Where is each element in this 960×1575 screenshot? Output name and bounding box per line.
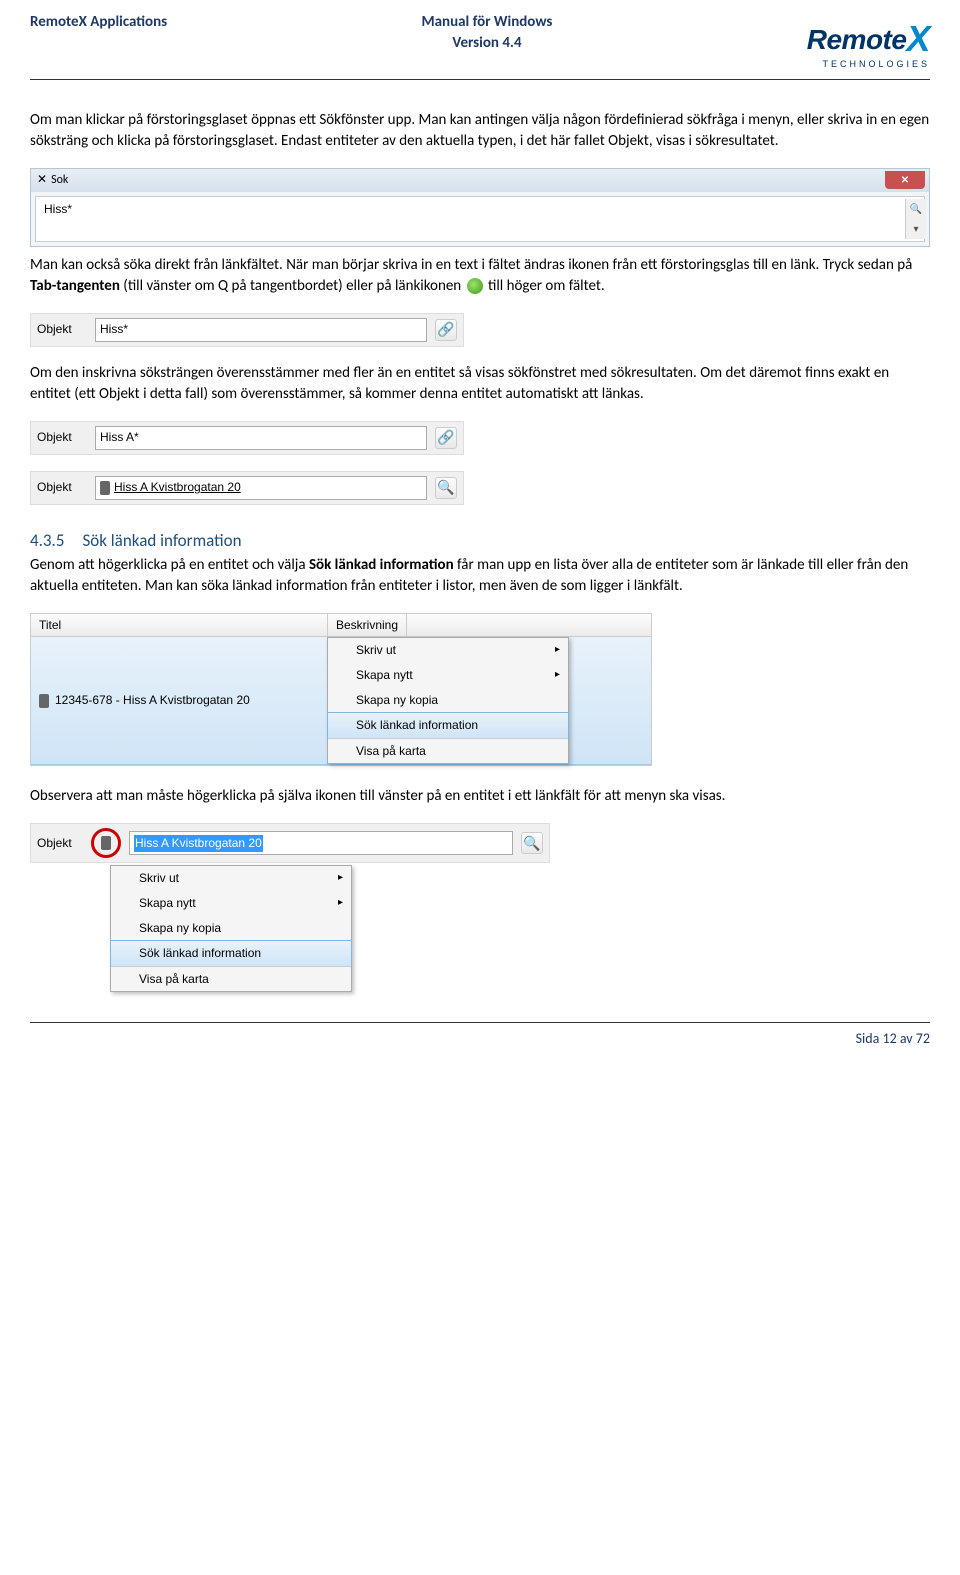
paragraph-4: Genom att högerklicka på en entitet och … (30, 555, 930, 597)
menu-item-create-new[interactable]: Skapa nytt▸ (111, 891, 351, 916)
search-window-controls[interactable]: 🔍 ▾ (905, 199, 926, 239)
icon-highlight-circle (91, 828, 121, 858)
footer-rule (30, 1022, 930, 1023)
search-window-titlebar: ✕ Sok ✕ (31, 169, 929, 192)
link-icon (467, 278, 483, 294)
search-button[interactable]: 🔍 (435, 477, 457, 499)
search-window: ✕ Sok ✕ 🔍 ▾ (30, 168, 930, 247)
entity-icon (39, 694, 49, 708)
menu-item-show-map[interactable]: Visa på karta (111, 966, 351, 992)
magnify-icon: 🔍 (437, 478, 454, 498)
field-label: Objekt (37, 835, 87, 852)
linkfield-row: Objekt Hiss A Kvistbrogatan 20 🔍 (30, 823, 550, 863)
link-icon: 🔗 (437, 320, 454, 340)
field-label: Objekt (37, 321, 87, 338)
paragraph-3: Om den inskrivna söksträngen överensstäm… (30, 363, 930, 405)
context-menu: Skriv ut▸ Skapa nytt▸ Skapa ny kopia Sök… (110, 865, 352, 992)
link-icon: 🔗 (437, 428, 454, 448)
search-button[interactable]: 🔍 (521, 832, 543, 854)
menu-item-show-map[interactable]: Visa på karta (328, 738, 568, 764)
column-title: Titel (31, 614, 328, 637)
field-input[interactable]: Hiss* (95, 318, 427, 342)
context-menu: Skriv ut▸ Skapa nytt▸ Skapa ny kopia Sök… (327, 637, 569, 764)
header-center: Manual för Windows Version 4.4 (422, 12, 553, 54)
column-description: Beskrivning (328, 614, 407, 637)
object-field-2: Objekt Hiss A* 🔗 (30, 421, 464, 455)
magnify-icon: ✕ (37, 172, 47, 189)
chevron-right-icon: ▸ (338, 871, 343, 885)
chevron-down-icon: ▾ (913, 222, 918, 236)
field-input[interactable]: Hiss A Kvistbrogatan 20 (95, 476, 427, 500)
linkfield-context-menu-example: Objekt Hiss A Kvistbrogatan 20 🔍 Skriv u… (30, 823, 550, 992)
search-window-body: 🔍 ▾ (35, 196, 925, 242)
chevron-right-icon: ▸ (555, 668, 560, 682)
page-header: RemoteX Applications Manual för Windows … (30, 12, 930, 71)
close-button[interactable]: ✕ (885, 171, 925, 189)
field-label: Objekt (37, 429, 87, 446)
magnify-icon: 🔍 (910, 202, 922, 216)
field-input[interactable]: Hiss A Kvistbrogatan 20 (129, 831, 513, 855)
search-window-input[interactable] (42, 201, 446, 217)
menu-item-create-new[interactable]: Skapa nytt▸ (328, 663, 568, 688)
paragraph-5: Observera att man måste högerklicka på s… (30, 786, 930, 807)
menu-item-print[interactable]: Skriv ut▸ (328, 638, 568, 663)
section-heading: 4.3.5 Sök länkad information (30, 529, 930, 553)
table-header: Titel Beskrivning (31, 614, 651, 638)
magnify-icon: 🔍 (523, 834, 540, 854)
entity-icon (100, 481, 110, 495)
header-left: RemoteX Applications (30, 12, 167, 33)
manual-title: Manual för Windows (422, 12, 553, 33)
section-number: 4.3.5 (30, 530, 64, 551)
search-window-title: Sok (51, 172, 68, 189)
menu-item-create-copy[interactable]: Skapa ny kopia (111, 916, 351, 941)
chevron-right-icon: ▸ (338, 896, 343, 910)
context-menu-example-table: Titel Beskrivning 12345-678 - Hiss A Kvi… (30, 613, 652, 767)
menu-item-create-copy[interactable]: Skapa ny kopia (328, 688, 568, 713)
menu-item-search-linked[interactable]: Sök länkad information (110, 940, 352, 967)
logo: RemoteX TECHNOLOGIES (807, 12, 930, 71)
header-rule (30, 79, 930, 80)
menu-item-search-linked[interactable]: Sök länkad information (327, 712, 569, 739)
paragraph-2: Man kan också söka direkt från länkfälte… (30, 255, 930, 297)
link-button[interactable]: 🔗 (435, 427, 457, 449)
menu-item-print[interactable]: Skriv ut▸ (111, 866, 351, 891)
object-field-1: Objekt Hiss* 🔗 (30, 313, 464, 347)
entity-icon[interactable] (101, 836, 111, 850)
field-input[interactable]: Hiss A* (95, 426, 427, 450)
link-button[interactable]: 🔗 (435, 319, 457, 341)
page-footer: Sida 12 av 72 (30, 1029, 930, 1049)
object-field-3: Objekt Hiss A Kvistbrogatan 20 🔍 (30, 471, 464, 505)
chevron-right-icon: ▸ (555, 643, 560, 657)
paragraph-1: Om man klickar på förstoringsglaset öppn… (30, 110, 930, 152)
manual-version: Version 4.4 (422, 33, 553, 54)
field-label: Objekt (37, 479, 87, 496)
table-row[interactable]: 12345-678 - Hiss A Kvistbrogatan 20 Skri… (31, 637, 651, 765)
logo-wordmark: RemoteX (807, 12, 930, 62)
section-title: Sök länkad information (82, 530, 241, 551)
row-title: 12345-678 - Hiss A Kvistbrogatan 20 (55, 692, 250, 709)
logo-x-icon: X (906, 18, 930, 59)
